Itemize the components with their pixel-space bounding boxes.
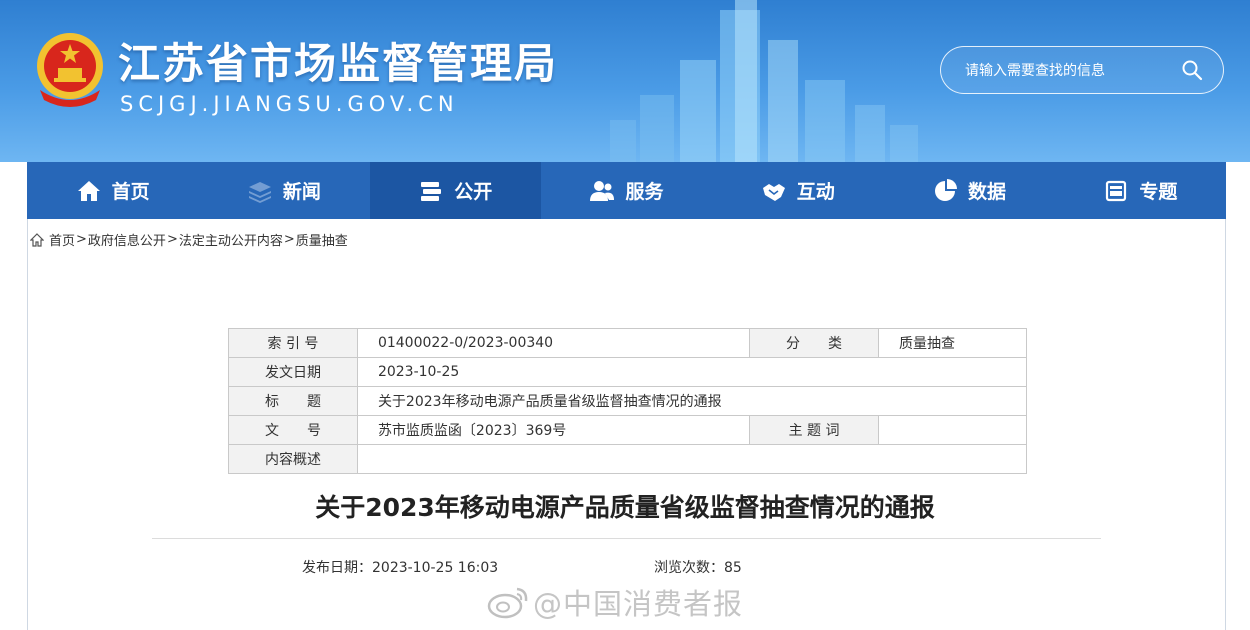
breadcrumb-home[interactable]: 首页: [49, 230, 75, 249]
publish-value: 2023-10-25 16:03: [372, 560, 499, 576]
book-stack-icon: [421, 181, 442, 201]
home-icon: [77, 180, 100, 201]
category-value: 质量抽查: [878, 328, 1027, 358]
nav-label-interact: 互动: [796, 181, 835, 203]
main-nav: 首页 新闻 公开 服务 互动 数据 专题: [27, 162, 1226, 219]
nav-label-news: 新闻: [282, 181, 321, 203]
city-skyline-graphic: [610, 0, 918, 162]
breadcrumb-quality-inspection[interactable]: 质量抽查: [296, 230, 348, 249]
breadcrumb-mandatory-disclosure[interactable]: 法定主动公开内容: [179, 230, 283, 249]
keywords-label: 主 题 词: [749, 415, 879, 445]
keywords-value: [878, 415, 1027, 445]
handshake-icon: [762, 183, 785, 201]
article-title: 关于2023年移动电源产品质量省级监督抽查情况的通报: [315, 493, 935, 522]
title-value: 关于2023年移动电源产品质量省级监督抽查情况的通报: [356, 386, 1028, 416]
document-meta-table: 索 引 号 01400022-0/2023-00340 分 类 质量抽查 发文日…: [228, 328, 1028, 474]
title-label: 标 题: [228, 386, 358, 416]
nav-item-data[interactable]: 数据: [883, 162, 1054, 219]
docno-value: 苏市监质监函〔2023〕369号: [356, 415, 751, 445]
site-header: 江苏省市场监督管理局 SCJGJ.JIANGSU.GOV.CN: [0, 0, 1250, 162]
layers-icon: [248, 181, 271, 203]
date-value: 2023-10-25: [356, 357, 1028, 387]
summary-label: 内容概述: [228, 444, 358, 474]
nav-label-home: 首页: [111, 181, 150, 203]
breadcrumb-separator: >: [283, 232, 295, 247]
folder-icon: [1106, 180, 1127, 201]
breadcrumb: 首页 > 政府信息公开 > 法定主动公开内容 > 质量抽查: [30, 230, 348, 249]
publish-label: 发布日期：: [302, 560, 372, 576]
site-title: 江苏省市场监督管理局: [118, 39, 559, 88]
meta-row: 文 号 苏市监质监函〔2023〕369号 主 题 词: [228, 415, 1027, 445]
nav-label-topics: 专题: [1139, 181, 1178, 203]
index-label: 索 引 号: [228, 328, 358, 358]
publish-date: 发布日期：2023-10-25 16:03: [302, 557, 498, 577]
meta-row: 标 题 关于2023年移动电源产品质量省级监督抽查情况的通报: [228, 386, 1028, 416]
title-divider: [152, 538, 1101, 539]
nav-item-interact[interactable]: 互动: [712, 162, 883, 219]
search-input[interactable]: [963, 59, 1167, 83]
meta-row: 发文日期 2023-10-25: [228, 357, 1028, 387]
nav-label-data: 数据: [968, 181, 1007, 203]
category-label: 分 类: [749, 328, 879, 358]
meta-row: 内容概述: [228, 444, 1028, 474]
summary-value: [356, 444, 1028, 474]
index-value: 01400022-0/2023-00340: [356, 328, 751, 358]
weibo-icon: [487, 587, 528, 619]
breadcrumb-separator: >: [166, 232, 178, 247]
views-value: 85: [724, 560, 742, 576]
date-label: 发文日期: [228, 357, 358, 387]
nav-label-service: 服务: [625, 181, 664, 203]
search-icon[interactable]: [1181, 59, 1203, 81]
breadcrumb-gov-info[interactable]: 政府信息公开: [88, 230, 166, 249]
national-emblem-icon: [37, 33, 103, 107]
search-box: [940, 46, 1224, 94]
breadcrumb-home-icon: [30, 232, 44, 247]
watermark-text: @中国消费者报: [533, 587, 744, 621]
nav-item-public[interactable]: 公开: [369, 162, 541, 219]
nav-label-public: 公开: [454, 181, 493, 203]
site-domain: SCJGJ.JIANGSU.GOV.CN: [120, 92, 459, 116]
watermark: @中国消费者报: [487, 581, 743, 623]
pie-chart-icon: [935, 178, 958, 201]
meta-row: 索 引 号 01400022-0/2023-00340 分 类 质量抽查: [228, 328, 1027, 358]
nav-item-home[interactable]: 首页: [27, 162, 198, 219]
views-label: 浏览次数：: [654, 560, 724, 576]
nav-item-news[interactable]: 新闻: [198, 162, 369, 219]
view-count: 浏览次数：85: [654, 557, 742, 577]
docno-label: 文 号: [228, 415, 358, 445]
nav-item-service[interactable]: 服务: [541, 162, 712, 219]
people-icon: [590, 180, 615, 201]
nav-item-topics[interactable]: 专题: [1055, 162, 1226, 219]
breadcrumb-separator: >: [76, 232, 87, 247]
